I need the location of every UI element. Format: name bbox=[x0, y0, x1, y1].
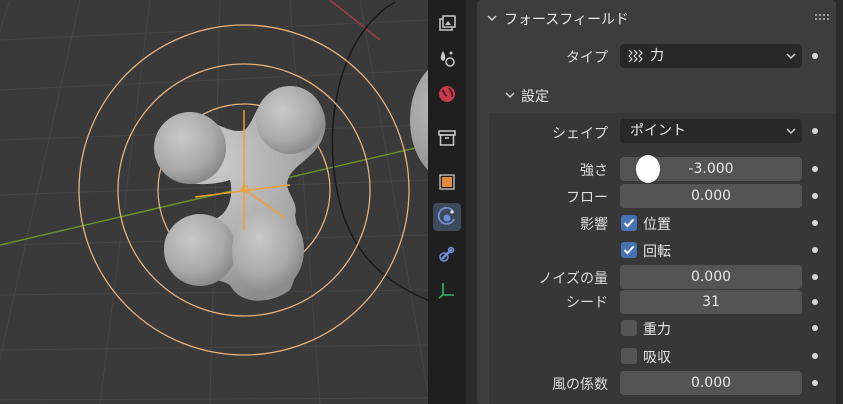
force-wave-icon bbox=[628, 49, 643, 63]
object-tab[interactable] bbox=[433, 168, 461, 196]
affect-rotation-keyframe-dot[interactable] bbox=[812, 247, 818, 253]
metaball-object bbox=[154, 86, 326, 301]
affect-rotation-checkbox[interactable] bbox=[621, 242, 637, 258]
settings-collapse-chevron-icon[interactable] bbox=[504, 89, 516, 101]
affect-location-label[interactable]: 位置 bbox=[643, 214, 671, 234]
floor-grid bbox=[0, 0, 428, 404]
type-dropdown[interactable]: 力 bbox=[620, 44, 802, 68]
particles-icon bbox=[440, 51, 455, 67]
world-tab[interactable] bbox=[433, 80, 461, 108]
physics-tab[interactable] bbox=[433, 203, 461, 231]
absorption-keyframe-dot[interactable] bbox=[812, 353, 818, 359]
empty-axes-icon bbox=[438, 283, 454, 299]
seed-label: シード bbox=[566, 295, 608, 311]
flow-field[interactable]: 0.000 bbox=[620, 184, 802, 208]
noise-field[interactable]: 0.000 bbox=[620, 265, 802, 289]
data-tab[interactable] bbox=[433, 276, 461, 304]
checkmark-icon bbox=[623, 218, 635, 228]
affect-label: 影響 bbox=[580, 217, 608, 233]
gravity-label[interactable]: 重力 bbox=[643, 319, 671, 339]
mouse-cursor-icon bbox=[636, 155, 660, 183]
flow-label: フロー bbox=[566, 190, 608, 206]
chevron-down-icon bbox=[786, 53, 796, 60]
image-stack-icon bbox=[439, 15, 456, 31]
shape-label: シェイプ bbox=[552, 126, 608, 142]
properties-tab-bar bbox=[428, 0, 466, 404]
affect-location-keyframe-dot[interactable] bbox=[812, 220, 818, 226]
gravity-keyframe-dot[interactable] bbox=[812, 325, 818, 331]
strength-label: 強さ bbox=[580, 163, 608, 179]
viewport-scene bbox=[0, 0, 428, 404]
strength-keyframe-dot[interactable] bbox=[812, 166, 818, 172]
panel-title[interactable]: フォースフィールド bbox=[504, 9, 629, 29]
wind-factor-field[interactable]: 0.000 bbox=[620, 371, 802, 395]
wind-factor-label: 風の係数 bbox=[552, 377, 608, 393]
drag-grip-icon[interactable] bbox=[815, 14, 829, 22]
shape-keyframe-dot[interactable] bbox=[812, 128, 818, 134]
collection-tab[interactable] bbox=[433, 124, 461, 152]
seed-keyframe-dot[interactable] bbox=[812, 299, 818, 305]
seed-field[interactable]: 31 bbox=[620, 290, 802, 314]
wind-factor-keyframe-dot[interactable] bbox=[812, 380, 818, 386]
type-value: 力 bbox=[650, 48, 664, 64]
noise-label: ノイズの量 bbox=[538, 271, 608, 287]
chevron-down-icon bbox=[786, 128, 796, 135]
flow-keyframe-dot[interactable] bbox=[812, 193, 818, 199]
absorption-checkbox[interactable] bbox=[621, 348, 637, 364]
settings-title[interactable]: 設定 bbox=[521, 86, 549, 106]
absorption-label[interactable]: 吸収 bbox=[643, 347, 671, 367]
affect-rotation-label[interactable]: 回転 bbox=[643, 241, 671, 261]
panel-collapse-chevron-icon[interactable] bbox=[486, 12, 498, 24]
type-keyframe-dot[interactable] bbox=[812, 53, 818, 59]
sphere-object bbox=[410, 69, 428, 171]
world-icon bbox=[439, 86, 455, 102]
particles-tab[interactable] bbox=[433, 44, 461, 72]
checkmark-icon bbox=[623, 245, 635, 255]
shape-dropdown[interactable]: ポイント bbox=[620, 119, 802, 143]
type-label: タイプ bbox=[566, 50, 608, 66]
constraints-tab[interactable] bbox=[433, 240, 461, 268]
gravity-checkbox[interactable] bbox=[621, 320, 637, 336]
object-square-icon bbox=[439, 174, 455, 190]
affect-location-checkbox[interactable] bbox=[621, 215, 637, 231]
archive-box-icon bbox=[438, 130, 456, 146]
constraint-icon bbox=[439, 246, 455, 262]
field-ring-dark bbox=[331, 1, 428, 301]
noise-keyframe-dot[interactable] bbox=[812, 274, 818, 280]
render-tab[interactable] bbox=[433, 10, 461, 38]
3d-viewport[interactable] bbox=[0, 0, 428, 404]
shape-value: ポイント bbox=[630, 123, 686, 139]
physics-icon bbox=[437, 207, 455, 225]
